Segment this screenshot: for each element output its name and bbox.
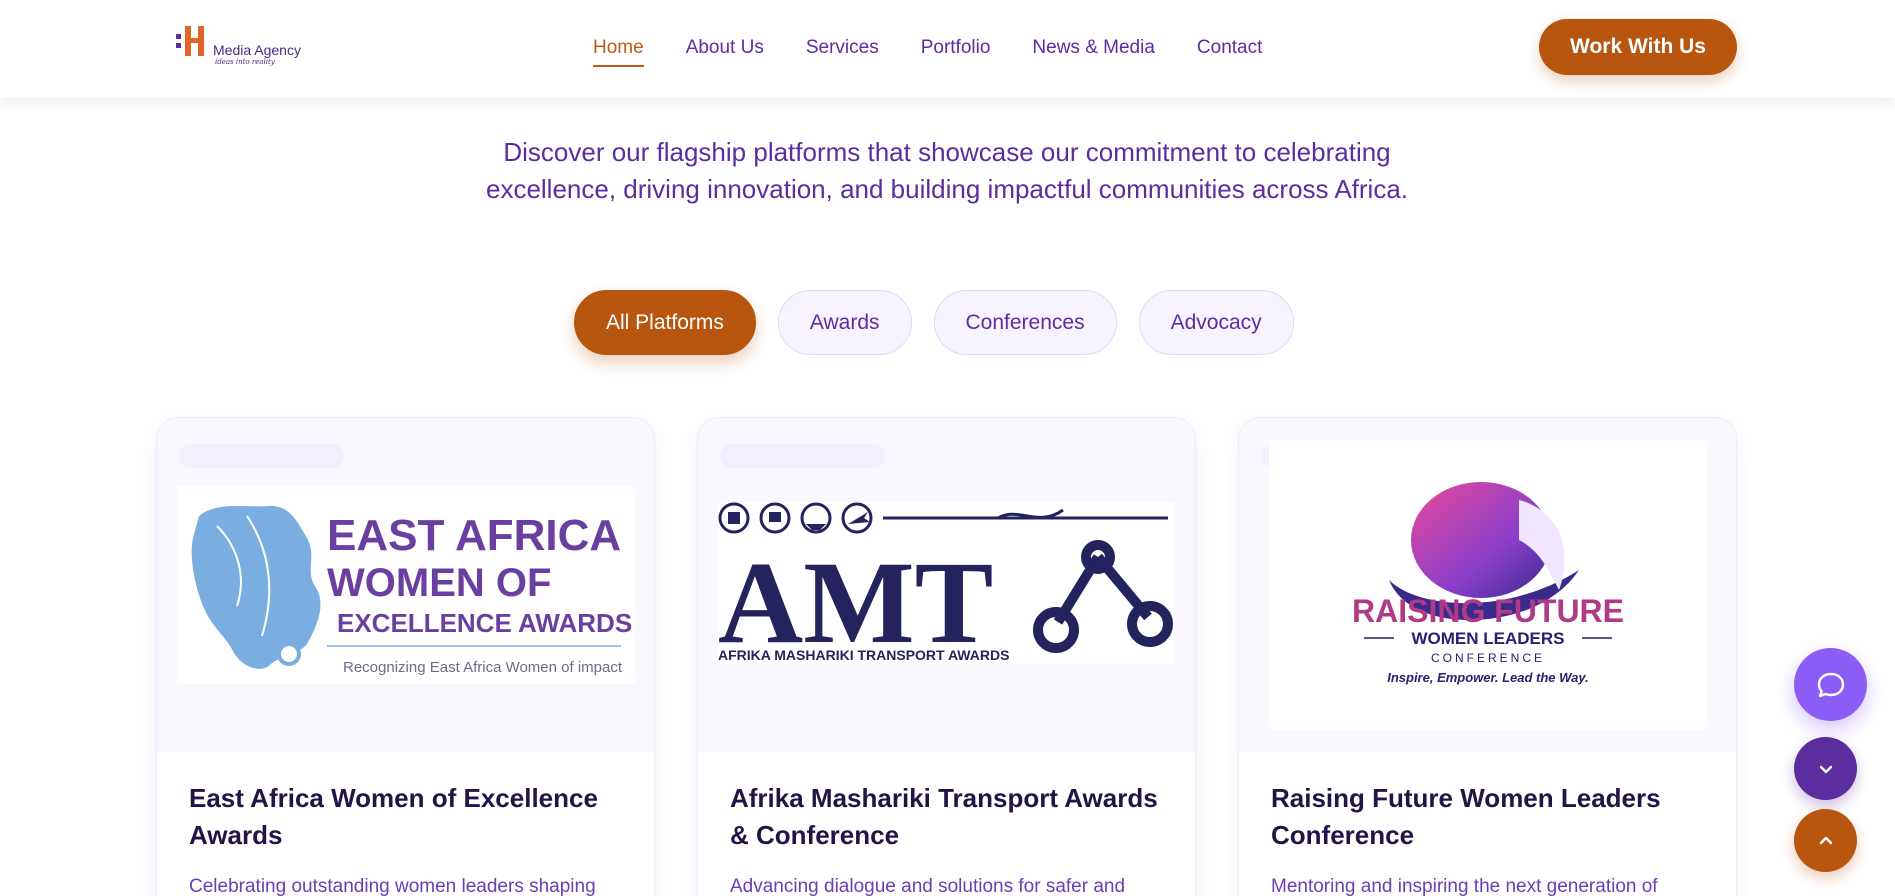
brand-logo[interactable]: Media Agency ideas into reality	[176, 26, 306, 70]
card-title[interactable]: Raising Future Women Leaders Conference	[1271, 780, 1711, 854]
card-title[interactable]: East Africa Women of Excellence Awards	[189, 780, 629, 854]
svg-text:Inspire, Empower. Lead the Way: Inspire, Empower. Lead the Way.	[1387, 670, 1589, 685]
nav-services[interactable]: Services	[806, 37, 879, 67]
nav-contact[interactable]: Contact	[1197, 37, 1262, 67]
platform-card-rfwl[interactable]: RAISING FUTURE WOMEN LEADERS CONFERENCE …	[1238, 417, 1737, 896]
card-media: EAST AFRICA WOMEN OF EXCELLENCE AWARDS R…	[157, 418, 654, 752]
svg-text:AMT: AMT	[718, 537, 993, 664]
scroll-up-button[interactable]	[1794, 809, 1857, 872]
filter-conferences[interactable]: Conferences	[933, 290, 1117, 355]
card-title[interactable]: Afrika Mashariki Transport Awards & Conf…	[730, 780, 1170, 854]
svg-text:CONFERENCE: CONFERENCE	[1431, 651, 1545, 665]
intro-line-1: Discover our flagship platforms that sho…	[503, 137, 1391, 167]
svg-text:EAST AFRICA: EAST AFRICA	[327, 511, 621, 560]
eawe-logo: EAST AFRICA WOMEN OF EXCELLENCE AWARDS R…	[177, 486, 635, 684]
svg-text:RAISING FUTURE: RAISING FUTURE	[1352, 593, 1624, 629]
nav-news-media[interactable]: News & Media	[1032, 37, 1155, 67]
filter-awards[interactable]: Awards	[777, 290, 912, 355]
chevron-up-icon	[1819, 836, 1832, 844]
platform-filters: All Platforms Awards Conferences Advocac…	[574, 290, 1294, 355]
brand-name: Media Agency	[213, 42, 301, 58]
svg-text:AFRIKA MASHARIKI TRANSPORT AWA: AFRIKA MASHARIKI TRANSPORT AWARDS	[718, 647, 1009, 663]
svg-text:EXCELLENCE AWARDS: EXCELLENCE AWARDS	[337, 608, 632, 638]
bh-logo-mark-icon	[176, 26, 204, 56]
brand-tagline: ideas into reality	[215, 58, 275, 66]
card-badge	[720, 444, 885, 468]
card-media: AMT AFRIKA MASHARIKI TRANSPORT AWARDS	[698, 418, 1195, 752]
nav-about-us[interactable]: About Us	[686, 37, 764, 67]
chevron-down-icon	[1819, 765, 1832, 773]
svg-text:WOMEN LEADERS: WOMEN LEADERS	[1412, 629, 1565, 648]
chat-bubble-icon	[1817, 672, 1844, 697]
main-nav: Home About Us Services Portfolio News & …	[593, 37, 1304, 67]
section-intro: Discover our flagship platforms that sho…	[347, 134, 1547, 208]
filter-all-platforms[interactable]: All Platforms	[574, 290, 756, 355]
platform-card-eawe[interactable]: EAST AFRICA WOMEN OF EXCELLENCE AWARDS R…	[156, 417, 655, 896]
rfwl-logo: RAISING FUTURE WOMEN LEADERS CONFERENCE …	[1269, 440, 1707, 730]
card-description: Mentoring and inspiring the next generat…	[1271, 876, 1658, 896]
chat-button[interactable]	[1794, 648, 1867, 721]
nav-home[interactable]: Home	[593, 37, 644, 67]
nav-portfolio[interactable]: Portfolio	[921, 37, 991, 67]
intro-line-2: excellence, driving innovation, and buil…	[485, 174, 1409, 204]
filter-advocacy[interactable]: Advocacy	[1138, 290, 1294, 355]
svg-text:Recognizing East Africa Women: Recognizing East Africa Women of impact	[343, 659, 623, 676]
card-description: Celebrating outstanding women leaders sh…	[189, 876, 596, 896]
scroll-down-button[interactable]	[1794, 737, 1857, 800]
platform-card-amta[interactable]: AMT AFRIKA MASHARIKI TRANSPORT AWARDS Af…	[697, 417, 1196, 896]
card-badge	[179, 444, 344, 468]
work-with-us-button[interactable]: Work With Us	[1539, 19, 1737, 75]
amta-logo: AMT AFRIKA MASHARIKI TRANSPORT AWARDS	[718, 502, 1174, 664]
card-media: RAISING FUTURE WOMEN LEADERS CONFERENCE …	[1239, 418, 1736, 752]
site-header: Media Agency ideas into reality Home Abo…	[0, 0, 1895, 98]
svg-text:WOMEN OF: WOMEN OF	[327, 561, 551, 605]
card-description: Advancing dialogue and solutions for saf…	[730, 876, 1126, 896]
